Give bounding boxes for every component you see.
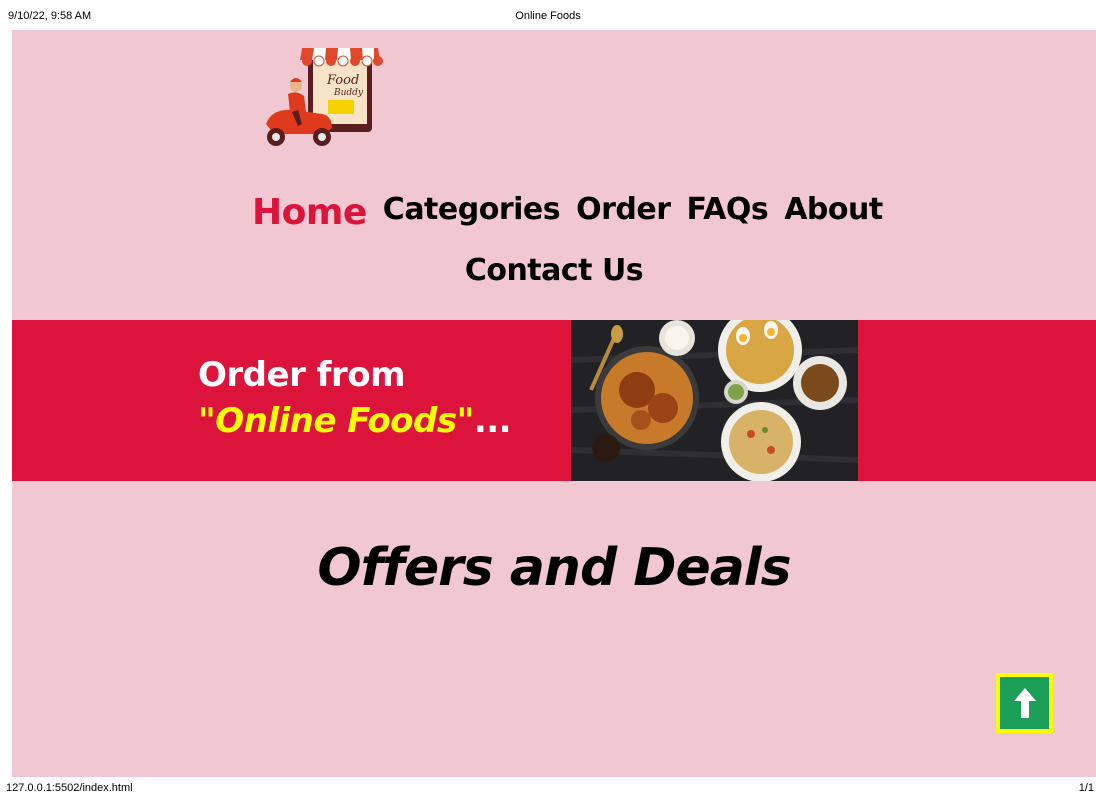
main-nav-row2: Contact Us — [12, 256, 1096, 286]
hero-line1: Order from — [198, 355, 406, 395]
nav-about[interactable]: About — [784, 195, 883, 225]
hero-brand: "Online Foods" — [198, 401, 474, 441]
print-title: Online Foods — [515, 10, 581, 22]
print-footer: 127.0.0.1:5502/index.html 1/1 — [0, 777, 1096, 793]
page: Food Buddy Home Categories Order FAQs Ab… — [12, 30, 1096, 777]
hero-ellipsis: ... — [473, 401, 512, 441]
hero-food-image — [571, 320, 858, 481]
print-header: 9/10/22, 9:58 AM Online Foods — [0, 0, 1096, 30]
nav-home[interactable]: Home — [252, 195, 367, 231]
arrow-up-icon — [1013, 688, 1036, 718]
hero-banner: Order from "Online Foods"... — [12, 320, 1096, 481]
nav-faqs[interactable]: FAQs — [687, 195, 769, 225]
print-page-number: 1/1 — [1078, 782, 1094, 793]
print-url: 127.0.0.1:5502/index.html — [6, 782, 133, 793]
svg-text:Buddy: Buddy — [333, 88, 364, 98]
hero-text: Order from "Online Foods"... — [198, 352, 512, 444]
nav-contact-us[interactable]: Contact Us — [465, 253, 644, 288]
food-buddy-logo[interactable]: Food Buddy — [252, 42, 386, 150]
hero-line2: "Online Foods"... — [198, 398, 512, 444]
offers-title: Offers and Deals — [317, 538, 791, 598]
nav-categories[interactable]: Categories — [383, 195, 561, 225]
main-nav: Home Categories Order FAQs About — [252, 175, 899, 231]
svg-text:Food: Food — [326, 73, 359, 88]
back-to-top-button[interactable] — [996, 673, 1053, 733]
nav-order[interactable]: Order — [576, 195, 671, 225]
